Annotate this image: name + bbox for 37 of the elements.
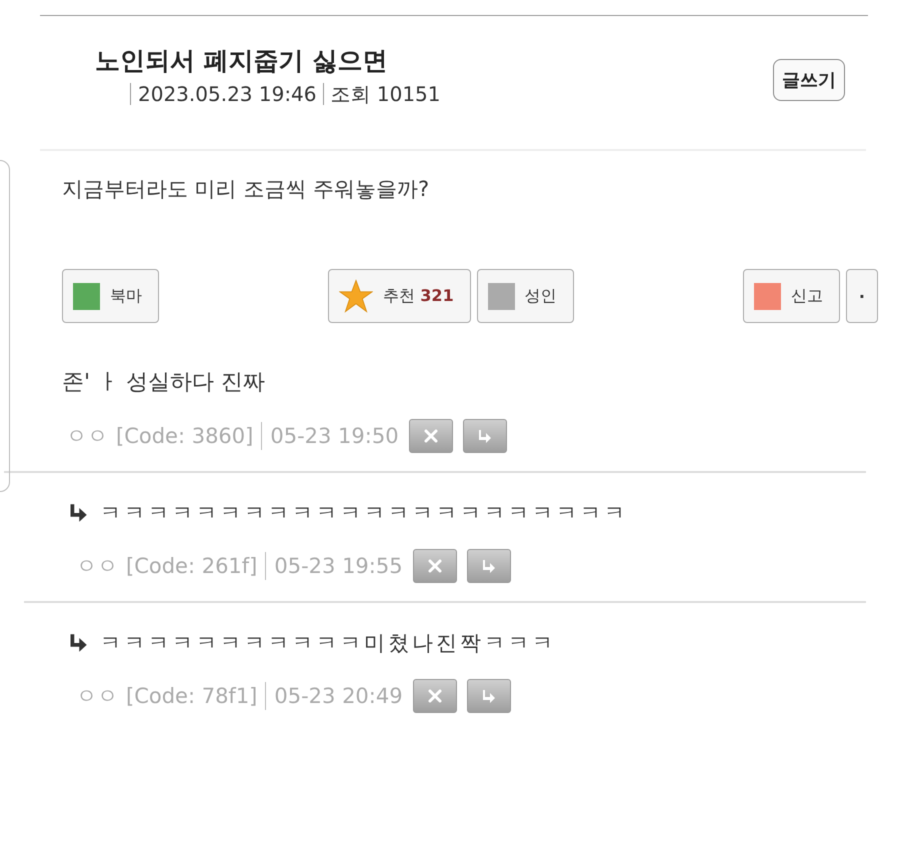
star-icon bbox=[339, 279, 374, 313]
comment-time: 05-23 19:55 bbox=[274, 554, 403, 578]
write-button[interactable]: 글쓰기 bbox=[773, 58, 845, 100]
action-button[interactable]: 성인 bbox=[476, 269, 574, 323]
comment-author: ㅇㅇ bbox=[66, 423, 108, 450]
reply-arrow-icon bbox=[480, 558, 497, 574]
delete-button[interactable] bbox=[412, 549, 457, 583]
delete-button[interactable] bbox=[412, 679, 457, 713]
reply-arrow-icon bbox=[68, 503, 88, 523]
reply-arrow-icon bbox=[480, 688, 497, 704]
comment-time: 05-23 19:50 bbox=[270, 424, 399, 448]
reply-button[interactable] bbox=[466, 679, 511, 713]
close-icon bbox=[426, 688, 443, 704]
action-button[interactable]: 북마 bbox=[62, 269, 159, 323]
comment-text: 존' ㅏ 성실하다 진짜 bbox=[61, 369, 266, 397]
close-icon bbox=[422, 428, 439, 444]
more-button[interactable]: · bbox=[846, 269, 878, 323]
recommend-button[interactable]: 추천 321 bbox=[328, 269, 471, 323]
reply-button[interactable] bbox=[466, 549, 511, 583]
reply-text: ㅋㅋㅋㅋㅋㅋㅋㅋㅋㅋㅋㅋㅋㅋㅋㅋㅋㅋㅋㅋㅋㅋ bbox=[100, 500, 628, 527]
comment-code: [Code: 3860] bbox=[116, 424, 254, 448]
comment-time: 05-23 20:49 bbox=[274, 684, 403, 708]
view-count: 조회 10151 bbox=[322, 83, 440, 105]
post-date: 2023.05.23 19:46 bbox=[130, 83, 317, 105]
post-body: 지금부터라도 미리 조금씩 주워놓을까? bbox=[61, 176, 430, 203]
close-icon bbox=[426, 558, 443, 574]
comment-code: [Code: 261f] bbox=[126, 554, 258, 578]
comment-author: ㅇㅇ bbox=[76, 553, 118, 580]
comment-code: [Code: 78f1] bbox=[126, 684, 258, 708]
action-button[interactable]: 신고 bbox=[742, 269, 840, 323]
reply-arrow-icon bbox=[476, 428, 493, 444]
reply-text: ㅋㅋㅋㅋㅋㅋㅋㅋㅋㅋㅋ미쳤나진짝ㅋㅋㅋ bbox=[100, 630, 556, 657]
post-title: 노인되서 폐지줍기 싫으면 bbox=[95, 45, 388, 77]
delete-button[interactable] bbox=[408, 419, 453, 453]
reply-button[interactable] bbox=[462, 419, 507, 453]
reply-arrow-icon bbox=[68, 633, 88, 653]
comment-author: ㅇㅇ bbox=[76, 683, 118, 710]
